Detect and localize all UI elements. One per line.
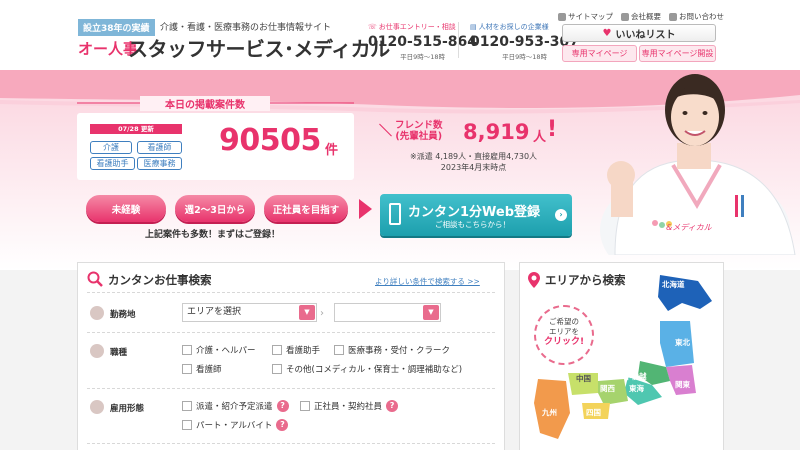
pill-fulltime[interactable]: 正社員を目指す — [264, 195, 348, 222]
pill-inexperienced[interactable]: 未経験 — [86, 195, 166, 222]
checkbox-kangoshi[interactable]: 看護師 — [182, 363, 222, 375]
friends-exclaim: ! — [547, 117, 558, 142]
location-label: 勤務地 — [110, 310, 136, 320]
chevron-down-icon: ▼ — [423, 305, 439, 320]
divider — [458, 22, 459, 58]
job-type-label: 職種 — [110, 348, 128, 358]
label-kanto[interactable]: 関東 — [675, 379, 690, 390]
checkbox-kaigo[interactable]: 介護・ヘルパー — [182, 344, 256, 356]
site-header: 設立38年の実績 介護・看護・医療事務のお仕事情報サイト オー人事 スタッフサー… — [0, 0, 800, 70]
chevron-right-icon: › — [555, 209, 567, 221]
cta-note: 上記案件も多数！まずはご登録！ — [145, 230, 281, 240]
advanced-search-link[interactable]: より詳しい条件で検索する >> — [375, 276, 480, 287]
divider — [87, 443, 495, 444]
tagline: 介護・看護・医療事務のお仕事情報サイト — [160, 23, 332, 33]
mypage-open-button[interactable]: 専用マイページ開設 — [639, 45, 716, 62]
help-icon[interactable]: ? — [276, 400, 289, 412]
building-icon: ▤ — [470, 23, 477, 31]
area-click-bubble: ご希望の エリアを クリック! — [534, 305, 594, 365]
checkbox-part[interactable]: パート・アルバイト? — [182, 419, 289, 431]
smartphone-icon — [389, 203, 401, 225]
friends-unit: 人 — [533, 130, 547, 145]
model-brand-text: &メディカル — [666, 223, 712, 232]
phone-entry-hours: 平日9時～18時 — [400, 53, 445, 61]
help-icon[interactable]: ? — [386, 400, 399, 412]
employment-label: 雇用形態 — [110, 404, 145, 414]
phone-company-label: 人材をお探しの企業様 — [478, 23, 549, 31]
top-links: サイトマップ 会社概要 お問い合わせ — [558, 11, 724, 22]
link-company[interactable]: 会社概要 — [621, 11, 661, 22]
divider — [87, 388, 495, 389]
area-search-panel: エリアから検索 ご希望の エリアを クリック! 北海道 東北 関東 甲信越 東海… — [519, 262, 724, 450]
label-koshinetsu[interactable]: 甲信越 — [624, 371, 647, 382]
pill-part-time[interactable]: 週2～3日から — [175, 195, 255, 222]
heart-icon: ♥ — [602, 27, 612, 39]
logo-main[interactable]: スタッフサービス･メディカル — [128, 33, 390, 62]
chevron-right-icon: › — [320, 308, 324, 319]
job-count-box: 07/28 更新 介護 看護師 看護助手 医療事務 90505 件 — [77, 113, 354, 180]
label-chugoku[interactable]: 中国 — [576, 373, 591, 384]
checkbox-haken[interactable]: 派遣・紹介予定派遣? — [182, 400, 289, 412]
checkbox-kango-joshu[interactable]: 看護助手 — [272, 344, 320, 356]
checkbox-seishain[interactable]: 正社員・契約社員? — [300, 400, 399, 412]
phone-entry-label: お仕事エントリー・相談 — [378, 23, 456, 31]
friends-number: 8,919 — [463, 120, 530, 144]
label-tokai[interactable]: 東海 — [629, 383, 644, 394]
checkbox-iryo-jimu[interactable]: 医療事務・受付・クラーク — [334, 344, 450, 356]
job-count-unit: 件 — [325, 143, 339, 158]
label-kansai[interactable]: 関西 — [600, 383, 615, 394]
web-register-label: カンタン1分Web登録 — [408, 205, 541, 220]
label-hokkaido[interactable]: 北海道 — [662, 279, 685, 290]
location-icon — [90, 306, 104, 320]
job-search-title: カンタンお仕事検索 — [108, 273, 212, 287]
label-shikoku[interactable]: 四国 — [586, 407, 601, 418]
label-tohoku[interactable]: 東北 — [675, 337, 690, 348]
category-iryo-jimu[interactable]: 医療事務 — [137, 157, 182, 170]
job-count-number: 90505 — [219, 123, 321, 158]
phone-entry-number: 0120-515-864 — [368, 34, 478, 50]
chevron-down-icon: ▼ — [299, 305, 315, 320]
link-contact[interactable]: お問い合わせ — [669, 11, 724, 22]
mail-icon — [669, 12, 677, 21]
sitemap-icon — [558, 12, 566, 21]
city-select[interactable]: ▼ — [334, 303, 441, 322]
phone-entry[interactable]: ☏ お仕事エントリー・相談 0120-515-864 平日9時～18時 — [368, 22, 477, 61]
divider — [87, 332, 495, 333]
help-icon[interactable]: ? — [276, 419, 289, 431]
web-register-button[interactable]: カンタン1分Web登録 ご相談もこちらから！ › — [380, 194, 572, 236]
label-kyushu[interactable]: 九州 — [542, 407, 557, 418]
emphasis-mark: ＼ — [379, 124, 393, 139]
favorite-list-label: いいねリスト — [615, 29, 676, 41]
category-kangoshi[interactable]: 看護師 — [137, 141, 182, 154]
job-search-panel: カンタンお仕事検索 より詳しい条件で検索する >> 勤務地 エリアを選択 ▼ ›… — [77, 262, 505, 450]
mypage-button[interactable]: 専用マイページ — [562, 45, 637, 62]
update-date-tag: 07/28 更新 — [90, 124, 182, 134]
counts-title: 本日の掲載案件数 — [140, 96, 270, 111]
friends-label: フレンド数 (先輩社員) — [395, 120, 443, 142]
phone-icon: ☏ — [368, 23, 377, 31]
checkbox-other[interactable]: その他(コメディカル・保育士・調理補助など) — [272, 363, 462, 375]
company-icon — [621, 12, 629, 21]
divider — [87, 292, 495, 293]
employment-icon — [90, 400, 104, 414]
link-sitemap[interactable]: サイトマップ — [558, 11, 613, 22]
job-type-icon — [90, 344, 104, 358]
search-icon — [87, 271, 103, 287]
favorite-list-button[interactable]: ♥ いいねリスト — [562, 24, 716, 42]
friends-note: ※派遣 4,189人・直接雇用4,730人 2023年4月末時点 — [410, 152, 538, 172]
category-kango-joshu[interactable]: 看護助手 — [90, 157, 135, 170]
arrow-icon — [359, 199, 372, 219]
web-register-sub: ご相談もこちらから！ — [435, 220, 510, 229]
category-kaigo[interactable]: 介護 — [90, 141, 132, 154]
area-select[interactable]: エリアを選択 ▼ — [182, 303, 317, 322]
